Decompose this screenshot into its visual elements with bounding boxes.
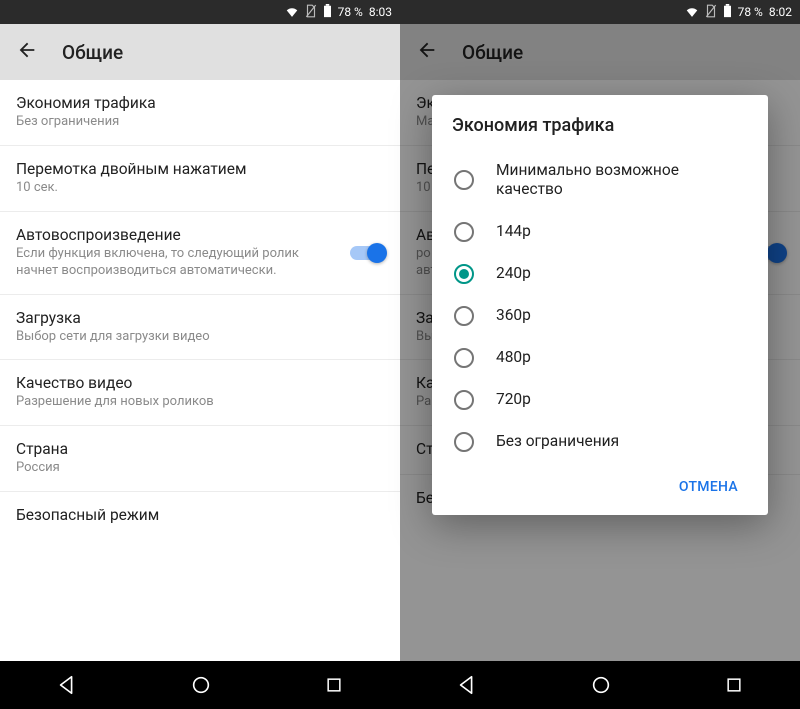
clock: 8:02	[769, 5, 792, 19]
row-subtitle: Если функция включена, то следующий роли…	[16, 246, 338, 280]
row-title: Качество видео	[16, 374, 384, 392]
row-subtitle: Выбор сети для загрузки видео	[16, 329, 384, 346]
battery-percent: 78 %	[738, 5, 763, 19]
nav-back-icon[interactable]	[456, 674, 478, 696]
wifi-icon	[685, 5, 699, 20]
wifi-icon	[285, 5, 299, 20]
row-title: Страна	[16, 440, 384, 458]
row-subtitle: 10 сек.	[16, 180, 384, 197]
nav-back-icon[interactable]	[56, 674, 78, 696]
option-min-quality[interactable]: Минимально возможное качество	[452, 150, 748, 211]
row-download[interactable]: Загрузка Выбор сети для загрузки видео	[0, 295, 400, 361]
option-480p[interactable]: 480p	[452, 337, 748, 379]
traffic-saving-dialog: Экономия трафика Минимально возможное ка…	[432, 95, 768, 515]
android-navbar	[0, 661, 400, 709]
row-traffic-saving[interactable]: Экономия трафика Без ограничения	[0, 80, 400, 146]
row-title: Автовоспроизведение	[16, 226, 338, 244]
android-navbar	[400, 661, 800, 709]
phone-right: 78 % 8:02 Общие ЭкМа Пе10 Авро авт ЗаВы …	[400, 0, 800, 709]
settings-list: Экономия трафика Без ограничения Перемот…	[0, 80, 400, 661]
statusbar: 78 % 8:02	[400, 0, 800, 24]
statusbar: 78 % 8:03	[0, 0, 400, 24]
radio-icon	[454, 390, 474, 410]
row-title: Загрузка	[16, 309, 384, 327]
radio-icon	[454, 222, 474, 242]
dialog-title: Экономия трафика	[452, 115, 748, 136]
radio-icon	[454, 306, 474, 326]
radio-icon	[454, 348, 474, 368]
row-subtitle: Разрешение для новых роликов	[16, 394, 384, 411]
row-double-tap-seek[interactable]: Перемотка двойным нажатием 10 сек.	[0, 146, 400, 212]
appbar: Общие	[0, 24, 400, 80]
clock: 8:03	[369, 5, 392, 19]
option-240p[interactable]: 240p	[452, 253, 748, 295]
option-720p[interactable]: 720p	[452, 379, 748, 421]
battery-icon	[323, 4, 332, 21]
battery-icon	[723, 4, 732, 21]
option-144p[interactable]: 144p	[452, 211, 748, 253]
row-title: Перемотка двойным нажатием	[16, 160, 384, 178]
sim-off-icon	[705, 4, 717, 21]
radio-icon	[454, 170, 474, 190]
row-title: Экономия трафика	[16, 94, 384, 112]
radio-icon	[454, 432, 474, 452]
row-subtitle: Россия	[16, 460, 384, 477]
sim-off-icon	[305, 4, 317, 21]
battery-percent: 78 %	[338, 5, 363, 19]
back-icon[interactable]	[16, 39, 38, 65]
option-360p[interactable]: 360p	[452, 295, 748, 337]
row-title: Безопасный режим	[16, 506, 384, 524]
nav-recent-icon[interactable]	[724, 675, 744, 695]
page-title: Общие	[62, 41, 123, 64]
nav-home-icon[interactable]	[590, 674, 612, 696]
row-subtitle: Без ограничения	[16, 114, 384, 131]
option-unlimited[interactable]: Без ограничения	[452, 421, 748, 463]
phone-left: 78 % 8:03 Общие Экономия трафика Без огр…	[0, 0, 400, 709]
nav-home-icon[interactable]	[190, 674, 212, 696]
autoplay-switch[interactable]	[350, 246, 384, 260]
row-autoplay[interactable]: Автовоспроизведение Если функция включен…	[0, 212, 400, 295]
row-country[interactable]: Страна Россия	[0, 426, 400, 492]
row-video-quality[interactable]: Качество видео Разрешение для новых роли…	[0, 360, 400, 426]
row-safe-mode[interactable]: Безопасный режим	[0, 492, 400, 538]
cancel-button[interactable]: ОТМЕНА	[669, 471, 748, 503]
radio-icon	[454, 264, 474, 284]
nav-recent-icon[interactable]	[324, 675, 344, 695]
